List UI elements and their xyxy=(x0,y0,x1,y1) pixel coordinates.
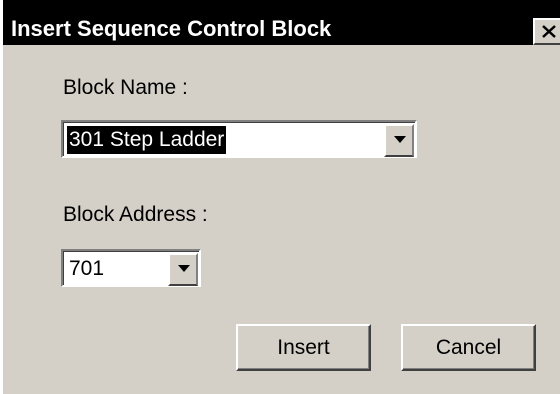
block-address-dropdown[interactable]: 701 xyxy=(61,249,201,287)
close-icon xyxy=(542,25,556,38)
title-bar[interactable]: Insert Sequence Control Block xyxy=(3,0,560,45)
block-name-value: 301 Step Ladder xyxy=(67,126,227,154)
chevron-down-icon xyxy=(394,136,406,143)
block-name-label: Block Name : xyxy=(63,76,188,99)
block-address-value: 701 xyxy=(69,257,105,280)
block-name-dropdown[interactable]: 301 Step Ladder xyxy=(61,120,417,158)
close-button[interactable] xyxy=(533,18,560,45)
insert-sequence-control-block-dialog: Insert Sequence Control Block Block Name… xyxy=(0,0,560,394)
block-address-label: Block Address : xyxy=(63,203,208,226)
chevron-down-icon xyxy=(178,265,190,272)
cancel-button[interactable]: Cancel xyxy=(401,324,536,371)
dialog-title: Insert Sequence Control Block xyxy=(11,16,332,41)
block-address-dropdown-button[interactable] xyxy=(168,253,198,286)
insert-button[interactable]: Insert xyxy=(236,324,371,371)
block-name-dropdown-button[interactable] xyxy=(384,124,414,157)
